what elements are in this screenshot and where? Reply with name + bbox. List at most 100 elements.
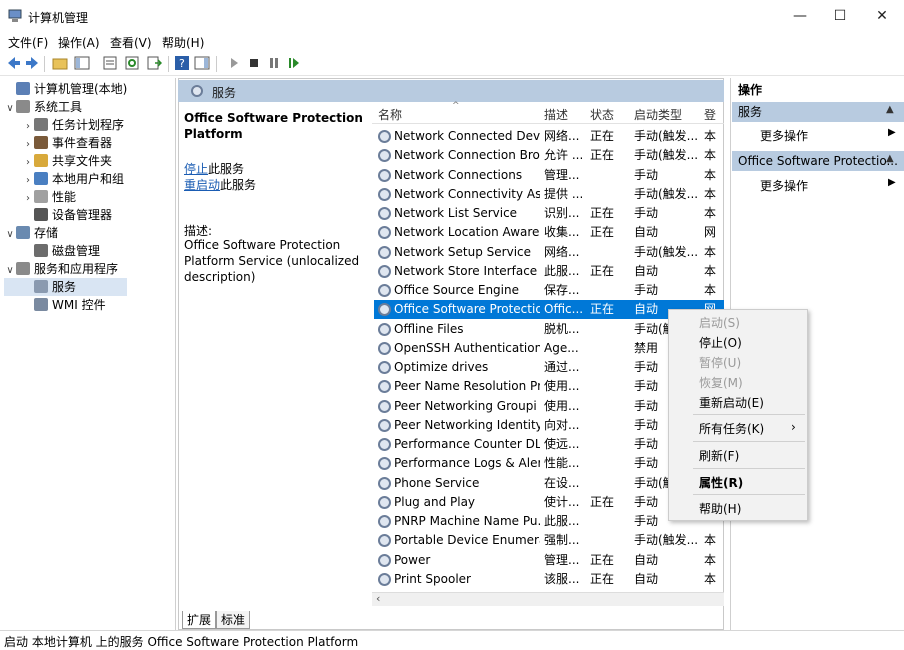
context-menu-item[interactable]: 暂停(U)	[699, 354, 741, 371]
actions-section-selected[interactable]: Office Software Protectio...	[732, 151, 904, 171]
context-menu-item[interactable]: 属性(R)	[699, 474, 743, 491]
tree-item[interactable]: 服务	[4, 278, 128, 296]
horizontal-scrollbar[interactable]	[372, 592, 724, 606]
help-icon[interactable]: ?	[174, 55, 190, 71]
column-startup-type[interactable]: 启动类型	[634, 106, 682, 123]
stop-icon[interactable]	[246, 55, 262, 71]
column-name[interactable]: 名称	[378, 106, 402, 123]
column-status[interactable]: 状态	[590, 106, 614, 123]
show-action-pane-icon[interactable]	[194, 55, 210, 71]
service-row[interactable]: Network Connections 管理... 手动 本	[374, 166, 724, 185]
restart-icon[interactable]	[286, 55, 302, 71]
forward-icon[interactable]	[24, 55, 40, 71]
service-description: 使远...	[544, 437, 580, 451]
service-description: 性能...	[544, 456, 580, 470]
tree-item-label: 系统工具	[34, 100, 83, 114]
service-name: Optimize drives	[394, 360, 489, 374]
tree-item-label: 任务计划程序	[52, 118, 125, 132]
tree-item[interactable]: › 共享文件夹	[4, 152, 127, 170]
context-menu-item[interactable]: 所有任务(K)	[699, 420, 764, 437]
context-menu-item[interactable]: 刷新(F)	[699, 447, 739, 464]
actions-section-services[interactable]: 服务	[732, 102, 904, 122]
more-actions-1[interactable]: 更多操作	[760, 127, 808, 144]
tree-item[interactable]: › 性能	[4, 188, 127, 206]
service-row[interactable]: Network Connection Bro 允许 ... 正在 手动(触发... 本	[374, 146, 724, 165]
service-status: 正在	[590, 225, 615, 239]
tree-item-label: 服务	[52, 280, 77, 294]
tab-standard[interactable]: 标准	[216, 611, 251, 629]
context-menu-item[interactable]: 重新启动(E)	[699, 394, 764, 411]
service-row[interactable]: Network Location Aware... 收集... 正在 自动 网	[374, 223, 724, 242]
column-description[interactable]: 描述	[544, 106, 568, 123]
minimize-button[interactable]: —	[780, 4, 820, 28]
up-folder-icon[interactable]	[52, 55, 68, 71]
tree-item[interactable]: WMI 控件	[4, 296, 127, 314]
service-description: 使计...	[544, 495, 580, 509]
back-icon[interactable]	[6, 55, 22, 71]
maximize-button[interactable]: ☐	[820, 4, 860, 28]
service-name: Plug and Play	[394, 495, 476, 509]
service-row[interactable]: Network Connectivity Ass... 提供 ... 手动(触发..…	[374, 185, 724, 204]
context-menu-item[interactable]: 恢复(M)	[699, 374, 743, 391]
service-description: 提供 ...	[544, 187, 582, 201]
service-row[interactable]: Portable Device Enumera... 强制... 手动(触发... 本	[374, 531, 724, 550]
context-menu-item[interactable]: 停止(O)	[699, 334, 742, 351]
close-button[interactable]: ✕	[862, 4, 902, 28]
tree-item[interactable]: ∨ 服务和应用程序	[4, 260, 127, 278]
collapse-up-icon[interactable]: ▲	[886, 153, 894, 164]
service-row[interactable]: Network Store Interface ... 此服... 正在 自动 本	[374, 262, 724, 281]
start-icon[interactable]	[226, 55, 242, 71]
menu-view[interactable]: 查看(V)	[110, 34, 152, 51]
service-startup-type: 手动(触发...	[634, 245, 699, 259]
restart-service-link[interactable]: 重启动	[184, 178, 220, 192]
column-logon-as[interactable]: 登	[704, 106, 716, 123]
export-list-icon[interactable]	[146, 55, 163, 71]
service-logon: 本	[704, 187, 717, 201]
context-menu-item[interactable]: 启动(S)	[699, 314, 740, 331]
service-description: Age...	[544, 341, 579, 355]
menu-action[interactable]: 操作(A)	[58, 34, 100, 51]
service-status: 正在	[590, 264, 615, 278]
tree-item[interactable]: › 任务计划程序	[4, 116, 127, 134]
pause-icon[interactable]	[266, 55, 282, 71]
menu-file[interactable]: 文件(F)	[8, 34, 48, 51]
tree-item[interactable]: 设备管理器	[4, 206, 127, 224]
collapse-up-icon[interactable]: ▲	[886, 104, 894, 115]
scroll-left-icon[interactable]: ‹	[376, 592, 380, 605]
service-logon: 本	[704, 572, 717, 586]
stop-service-link[interactable]: 停止	[184, 162, 208, 176]
service-description: 使用...	[544, 399, 580, 413]
service-row[interactable]: Network Connected Devi... 网络... 正在 手动(触发...…	[374, 127, 724, 146]
more-actions-2[interactable]: 更多操作	[760, 177, 808, 194]
menu-help[interactable]: 帮助(H)	[162, 34, 204, 51]
show-hide-tree-icon[interactable]	[74, 55, 90, 71]
service-gear-icon	[378, 573, 391, 586]
service-row[interactable]: Network List Service 识别... 正在 手动 本	[374, 204, 724, 223]
service-name: Portable Device Enumera...	[394, 533, 540, 547]
service-gear-icon	[378, 534, 391, 547]
refresh-icon[interactable]	[124, 55, 140, 71]
expand-toggle-icon[interactable]: ∨	[4, 100, 16, 118]
tab-extended[interactable]: 扩展	[182, 611, 217, 629]
service-logon: 网	[704, 225, 717, 239]
service-row[interactable]: Office Source Engine 保存... 手动 本	[374, 281, 724, 300]
tree-item-label: 本地用户和组	[52, 172, 125, 186]
service-logon: 本	[704, 283, 717, 297]
service-startup-type: 自动	[634, 264, 659, 278]
context-menu-separator	[693, 494, 805, 495]
service-row[interactable]: Print Spooler 该服... 正在 自动 本	[374, 570, 724, 589]
tree-item[interactable]: 计算机管理(本地)	[4, 80, 127, 98]
expand-toggle-icon[interactable]: ∨	[4, 226, 16, 244]
toolbar-separator	[216, 56, 217, 72]
expand-toggle-icon[interactable]: ∨	[4, 262, 16, 280]
tree-item[interactable]: ∨ 存储	[4, 224, 127, 242]
tree-item[interactable]: › 本地用户和组	[4, 170, 127, 188]
properties-icon[interactable]	[102, 55, 118, 71]
context-menu-item[interactable]: 帮助(H)	[699, 500, 741, 517]
tree-item[interactable]: ∨ 系统工具	[4, 98, 127, 116]
service-row[interactable]: Power 管理... 正在 自动 本	[374, 551, 724, 570]
status-bar: 启动 本地计算机 上的服务 Office Software Protection…	[0, 630, 904, 650]
tree-item[interactable]: › 事件查看器	[4, 134, 127, 152]
service-row[interactable]: Network Setup Service 网络... 手动(触发... 本	[374, 243, 724, 262]
tree-item[interactable]: 磁盘管理	[4, 242, 127, 260]
